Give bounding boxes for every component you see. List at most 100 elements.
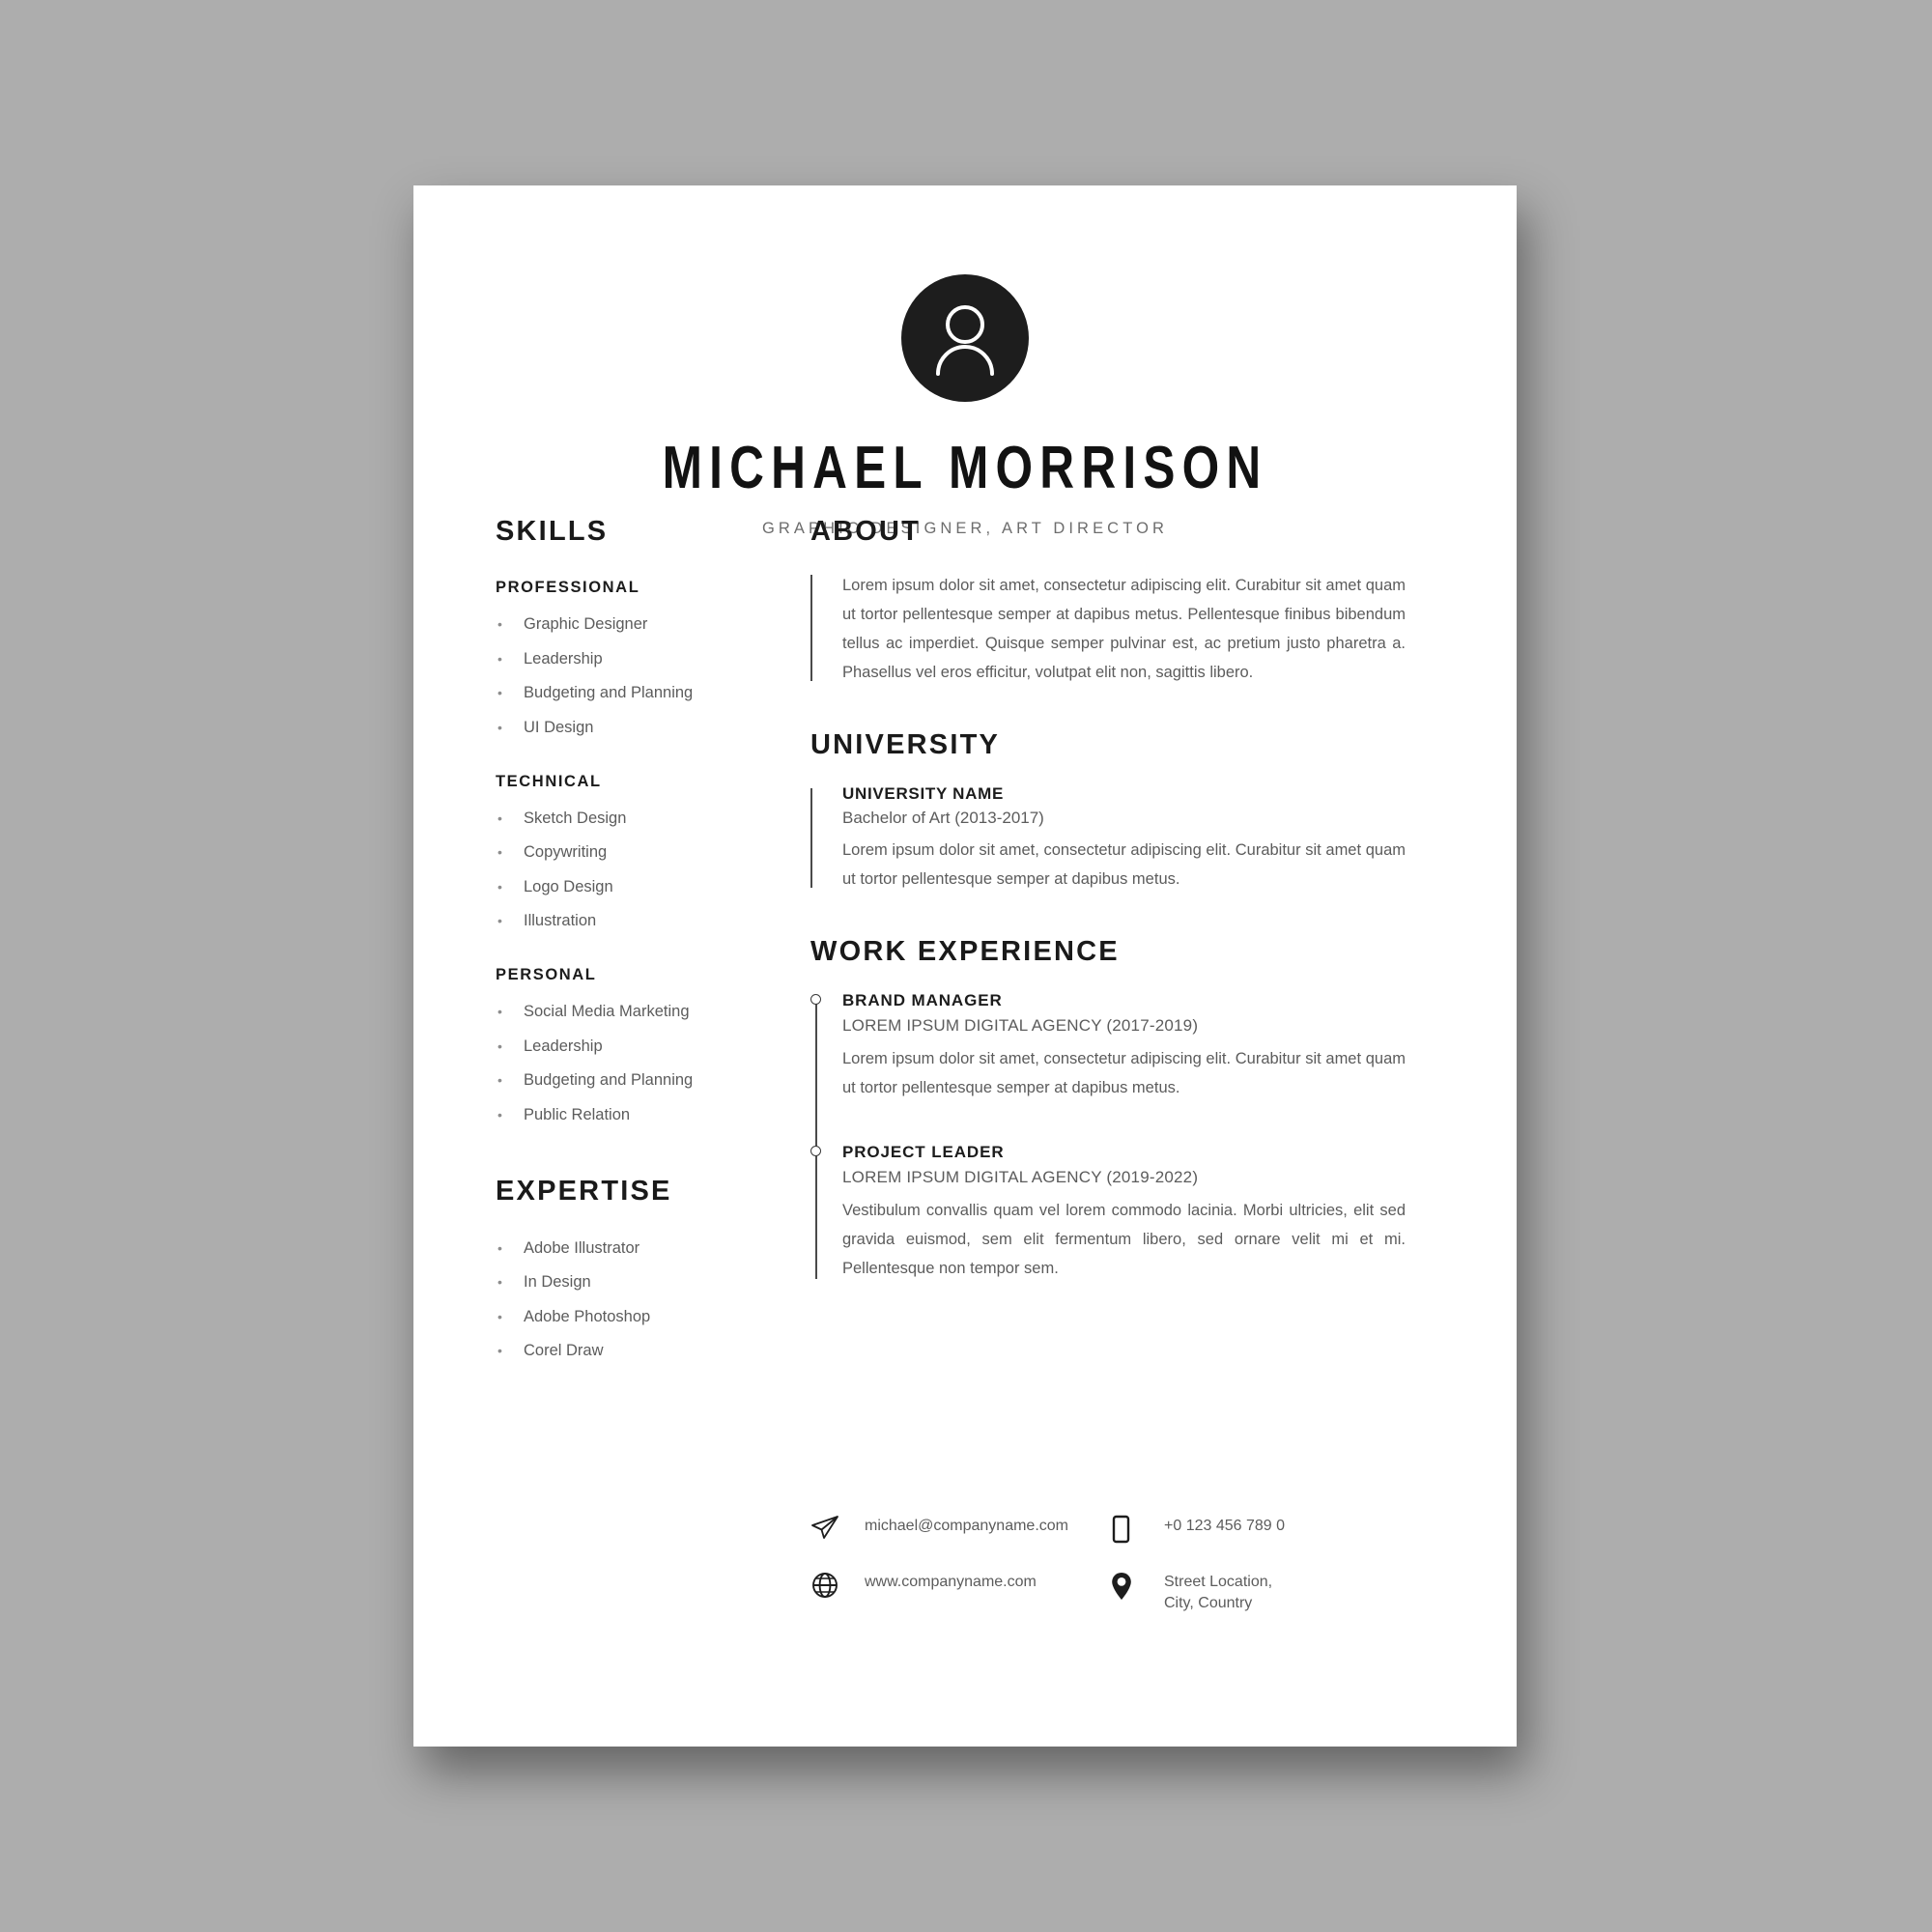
skill-label: Illustration [524, 912, 597, 930]
expertise-section: EXPERTISE • Adobe Illustrator • In Desig… [496, 1176, 747, 1362]
paper-plane-icon [810, 1514, 865, 1540]
contact-website[interactable]: www.companyname.com [810, 1570, 1110, 1614]
job-company: LOREM IPSUM DIGITAL AGENCY (2017-2019) [842, 1016, 1199, 1036]
list-item: • Public Relation [496, 1105, 747, 1125]
bullet-icon: • [497, 1239, 502, 1256]
contact-location-line2: City, Country [1164, 1595, 1253, 1612]
person-avatar-icon [901, 274, 1029, 402]
work-experience-section-title: WORK EXPERIENCE [810, 936, 1120, 968]
job-role: PROJECT LEADER [842, 1143, 1005, 1162]
list-item: • Illustration [496, 911, 747, 931]
right-column: ABOUT Lorem ipsum dolor sit amet, consec… [810, 516, 1406, 1325]
skill-label: Leadership [524, 1037, 603, 1055]
about-section-title: ABOUT [810, 516, 922, 547]
expertise-label: Adobe Illustrator [524, 1238, 640, 1257]
bullet-icon: • [497, 1004, 502, 1019]
expertise-label: In Design [524, 1273, 591, 1292]
location-pin-icon [1110, 1570, 1164, 1602]
contact-phone[interactable]: +0 123 456 789 0 [1110, 1514, 1411, 1544]
about-text: Lorem ipsum dolor sit amet, consectetur … [842, 577, 1406, 682]
left-column: SKILLS PROFESSIONAL • Graphic Designer •… [496, 516, 747, 1376]
contact-website-value: www.companyname.com [865, 1574, 1037, 1590]
skill-group-technical: TECHNICAL • Sketch Design • Copywriting … [496, 773, 747, 932]
bullet-icon: • [497, 1308, 502, 1324]
skills-section-title: SKILLS [496, 516, 609, 547]
bullet-icon: • [497, 844, 502, 861]
contact-phone-value: +0 123 456 789 0 [1164, 1518, 1286, 1534]
job-company: LOREM IPSUM DIGITAL AGENCY (2019-2022) [842, 1168, 1199, 1187]
list-item: • Leadership [496, 649, 747, 669]
university-section: UNIVERSITY UNIVERSITY NAME Bachelor of A… [810, 729, 1406, 894]
skill-label: Public Relation [524, 1105, 631, 1123]
list-item: • In Design [496, 1272, 747, 1293]
job-entry: BRAND MANAGER LOREM IPSUM DIGITAL AGENCY… [810, 991, 1406, 1102]
bullet-icon: • [497, 913, 502, 929]
bullet-icon: • [497, 810, 502, 826]
about-section: ABOUT Lorem ipsum dolor sit amet, consec… [810, 516, 1406, 687]
skill-group-personal: PERSONAL • Social Media Marketing • Lead… [496, 966, 747, 1125]
job-description: Lorem ipsum dolor sit amet, consectetur … [842, 1050, 1406, 1097]
list-item: • Graphic Designer [496, 614, 747, 635]
globe-icon [810, 1570, 865, 1600]
list-item: • Logo Design [496, 877, 747, 897]
university-name: UNIVERSITY NAME [842, 784, 1004, 804]
resume-header: MICHAEL MORRISON GRAPHIC DESIGNER, ART D… [413, 185, 1517, 538]
university-entry: UNIVERSITY NAME Bachelor of Art (2013-20… [810, 784, 1406, 894]
page-title: MICHAEL MORRISON [662, 435, 1268, 501]
list-item: • UI Design [496, 718, 747, 738]
job-role: BRAND MANAGER [842, 991, 1003, 1010]
bullet-icon: • [497, 719, 502, 735]
contact-email-value: michael@companyname.com [865, 1518, 1068, 1534]
university-section-title: UNIVERSITY [810, 729, 1001, 761]
bullet-icon: • [497, 650, 502, 667]
work-timeline: BRAND MANAGER LOREM IPSUM DIGITAL AGENCY… [810, 991, 1406, 1283]
skills-section: SKILLS PROFESSIONAL • Graphic Designer •… [496, 516, 747, 1125]
expertise-label: Corel Draw [524, 1342, 604, 1360]
bullet-icon: • [497, 1106, 502, 1122]
phone-icon [1110, 1514, 1164, 1544]
skill-group-label: TECHNICAL [496, 772, 602, 790]
skill-group-professional: PROFESSIONAL • Graphic Designer • Leader… [496, 579, 747, 738]
skill-group-label: PERSONAL [496, 966, 597, 983]
expertise-label: Adobe Photoshop [524, 1307, 651, 1325]
contact-location-line1: Street Location, [1164, 1574, 1273, 1590]
list-item: • Adobe Photoshop [496, 1307, 747, 1327]
skill-label: Logo Design [524, 877, 613, 895]
bullet-icon: • [497, 1072, 502, 1089]
job-entry: PROJECT LEADER LOREM IPSUM DIGITAL AGENC… [810, 1143, 1406, 1283]
skill-label: Copywriting [524, 843, 608, 862]
bullet-icon: • [497, 1343, 502, 1359]
list-item: • Copywriting [496, 842, 747, 863]
list-item: • Adobe Illustrator [496, 1238, 747, 1259]
work-experience-section: WORK EXPERIENCE BRAND MANAGER LOREM IPSU… [810, 936, 1406, 1283]
skill-label: Budgeting and Planning [524, 684, 694, 702]
contact-location[interactable]: Street Location, City, Country [1110, 1570, 1411, 1614]
skill-label: Budgeting and Planning [524, 1071, 694, 1090]
skill-label: Leadership [524, 649, 603, 668]
job-description: Vestibulum convallis quam vel lorem comm… [842, 1202, 1406, 1278]
bullet-icon: • [497, 878, 502, 895]
skill-label: Graphic Designer [524, 615, 648, 633]
bullet-icon: • [497, 1274, 502, 1291]
skill-label: UI Design [524, 718, 594, 736]
resume-page: MICHAEL MORRISON GRAPHIC DESIGNER, ART D… [413, 185, 1517, 1747]
bullet-icon: • [497, 1037, 502, 1054]
list-item: • Sketch Design [496, 809, 747, 829]
timeline-dot-icon [810, 994, 821, 1006]
list-item: • Budgeting and Planning [496, 1070, 747, 1091]
contact-location-value: Street Location, City, Country [1164, 1570, 1272, 1614]
skill-group-label: PROFESSIONAL [496, 579, 640, 596]
contact-footer: michael@companyname.com +0 123 456 789 0 [810, 1514, 1411, 1614]
list-item: • Social Media Marketing [496, 1002, 747, 1022]
about-body: Lorem ipsum dolor sit amet, consectetur … [810, 571, 1406, 687]
contact-email[interactable]: michael@companyname.com [810, 1514, 1110, 1544]
list-item: • Leadership [496, 1037, 747, 1057]
bullet-icon: • [497, 616, 502, 632]
timeline-dot-icon [810, 1146, 821, 1157]
expertise-section-title: EXPERTISE [496, 1175, 672, 1207]
university-degree: Bachelor of Art (2013-2017) [842, 809, 1044, 828]
list-item: • Budgeting and Planning [496, 683, 747, 703]
skill-label: Sketch Design [524, 809, 627, 827]
skill-label: Social Media Marketing [524, 1003, 690, 1020]
university-description: Lorem ipsum dolor sit amet, consectetur … [842, 841, 1406, 889]
